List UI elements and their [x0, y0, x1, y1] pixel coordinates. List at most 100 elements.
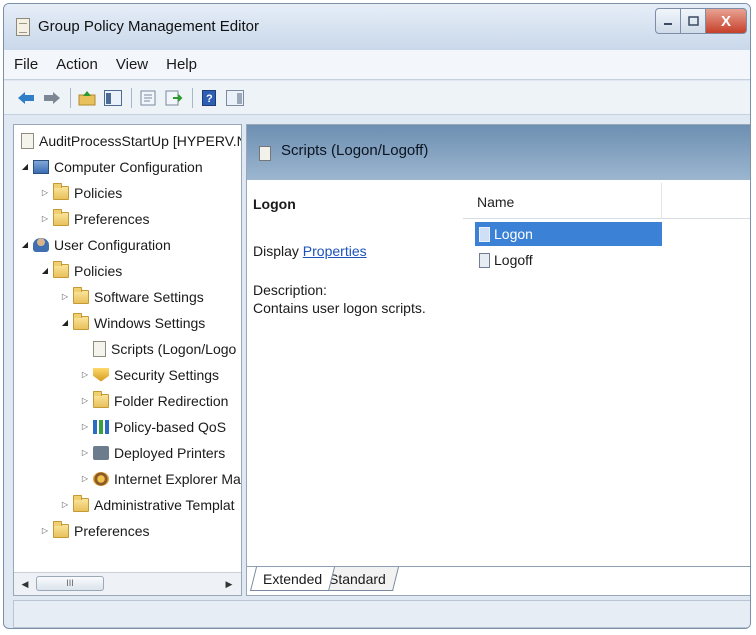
- display-properties-line: Display Properties: [253, 242, 453, 260]
- expanded-arrow-icon[interactable]: ◢: [60, 318, 70, 327]
- details-pane: Scripts (Logon/Logoff) Logon Display Pro…: [246, 124, 750, 596]
- tree-node-policy-qos[interactable]: ▷ Policy-based QoS: [80, 414, 226, 439]
- collapsed-arrow-icon[interactable]: ▷: [80, 474, 90, 483]
- computer-icon: [33, 159, 49, 174]
- toolbar-separator: [70, 87, 71, 108]
- expanded-arrow-icon[interactable]: ◢: [20, 162, 30, 171]
- expanded-arrow-icon[interactable]: ◢: [40, 266, 50, 275]
- tree-node-label: AuditProcessStartUp [HYPERV.NW: [39, 132, 242, 149]
- tree-node-windows-settings[interactable]: ◢ Windows Settings: [60, 310, 205, 335]
- column-divider[interactable]: [661, 183, 662, 219]
- folder-icon: [73, 494, 89, 512]
- close-icon: X: [720, 12, 731, 30]
- back-button[interactable]: [16, 88, 36, 108]
- tree-node-admin-templates[interactable]: ▷ Administrative Templat: [60, 492, 235, 517]
- tree-node-label: Policy-based QoS: [114, 418, 227, 435]
- tree-node-folder-redirection[interactable]: ▷ Folder Redirection: [80, 388, 228, 413]
- tree-node-uc-preferences[interactable]: ▷ Preferences: [40, 518, 149, 543]
- up-folder-button[interactable]: [77, 88, 97, 108]
- collapsed-arrow-icon[interactable]: ▷: [80, 448, 90, 457]
- tree-node-scripts[interactable]: Scripts (Logon/Logo: [80, 336, 236, 361]
- show-hide-tree-button[interactable]: [103, 88, 123, 108]
- tree-node-label: Security Settings: [114, 366, 220, 383]
- toolbar: ?: [4, 81, 750, 115]
- scroll-grip: III: [66, 578, 74, 588]
- internet-explorer-icon: [93, 471, 109, 486]
- tree-horizontal-scrollbar[interactable]: ◀ III ▶: [14, 572, 241, 595]
- security-settings-icon: [93, 367, 109, 382]
- close-button[interactable]: X: [705, 8, 747, 34]
- scroll-left-icon[interactable]: ◀: [17, 576, 33, 592]
- tree-node-deployed-printers[interactable]: ▷ Deployed Printers: [80, 440, 225, 465]
- collapsed-arrow-icon[interactable]: ▷: [40, 188, 50, 197]
- menu-file[interactable]: File: [14, 56, 38, 73]
- collapsed-arrow-icon[interactable]: ▷: [60, 500, 70, 509]
- tree-node-computer-configuration[interactable]: ◢ Computer Configuration: [20, 154, 203, 179]
- properties-button[interactable]: [138, 88, 158, 108]
- title-bar[interactable]: Group Policy Management Editor X: [4, 4, 750, 50]
- menu-bar: File Action View Help: [4, 50, 750, 80]
- back-arrow-icon: [18, 91, 34, 104]
- menu-view[interactable]: View: [116, 56, 148, 73]
- scripts-list[interactable]: Name Logon Logoff: [463, 183, 750, 567]
- status-bar: [13, 600, 750, 628]
- tree-node-label: Preferences: [74, 210, 150, 227]
- help-button[interactable]: ?: [199, 88, 219, 108]
- tab-label: Extended: [263, 570, 323, 587]
- user-icon: [33, 237, 49, 252]
- export-list-button[interactable]: [164, 88, 184, 108]
- tree-node-security-settings[interactable]: ▷ Security Settings: [80, 362, 219, 387]
- tree-node-cc-policies[interactable]: ▷ Policies: [40, 180, 122, 205]
- folder-icon: [53, 520, 69, 538]
- list-item-logon[interactable]: Logon: [475, 222, 662, 246]
- menu-action[interactable]: Action: [56, 56, 98, 73]
- tab-extended[interactable]: Extended: [250, 567, 336, 591]
- tree-node-ie-maintenance[interactable]: ▷ Internet Explorer Ma: [80, 466, 241, 491]
- scroll-right-icon[interactable]: ▶: [221, 576, 237, 592]
- toolbar-separator: [192, 87, 193, 108]
- extended-title: Logon: [253, 196, 296, 212]
- collapsed-arrow-icon[interactable]: ▷: [40, 214, 50, 223]
- folder-icon: [53, 182, 69, 200]
- tree-node-label: Scripts (Logon/Logo: [111, 340, 237, 357]
- maximize-button[interactable]: [680, 8, 706, 34]
- collapsed-arrow-icon[interactable]: ▷: [60, 292, 70, 301]
- window-title: Group Policy Management Editor: [38, 18, 259, 35]
- list-item-label: Logon: [494, 226, 533, 242]
- app-window: Group Policy Management Editor X File Ac…: [3, 3, 751, 629]
- tree-node-cc-preferences[interactable]: ▷ Preferences: [40, 206, 149, 231]
- collapsed-arrow-icon[interactable]: ▷: [80, 422, 90, 431]
- description-label: Description:: [253, 282, 327, 298]
- svg-text:?: ?: [206, 93, 213, 105]
- forward-button[interactable]: [42, 88, 62, 108]
- script-icon: [479, 226, 490, 242]
- menu-help[interactable]: Help: [166, 56, 197, 73]
- properties-link[interactable]: Properties: [303, 243, 367, 259]
- collapsed-arrow-icon[interactable]: ▷: [80, 396, 90, 405]
- scroll-thumb[interactable]: III: [36, 576, 104, 591]
- list-item-logoff[interactable]: Logoff: [475, 248, 662, 272]
- script-icon: [479, 252, 490, 268]
- collapsed-arrow-icon[interactable]: ▷: [80, 370, 90, 379]
- show-hide-action-pane-button[interactable]: [225, 88, 245, 108]
- tree-node-label: Folder Redirection: [114, 392, 229, 409]
- tab-label: Standard: [329, 570, 386, 587]
- minimize-button[interactable]: [655, 8, 681, 34]
- tree-node-software-settings[interactable]: ▷ Software Settings: [60, 284, 204, 309]
- expanded-arrow-icon[interactable]: ◢: [20, 240, 30, 249]
- list-header: Name: [463, 183, 750, 219]
- tree-node-root[interactable]: AuditProcessStartUp [HYPERV.NW: [18, 128, 242, 153]
- bar-chart-icon: [93, 419, 109, 434]
- console-tree[interactable]: AuditProcessStartUp [HYPERV.NW ◢ Compute…: [13, 124, 242, 596]
- collapsed-arrow-icon[interactable]: ▷: [40, 526, 50, 535]
- up-folder-icon: [78, 90, 96, 105]
- view-tabs: Extended Standard: [247, 566, 750, 595]
- tree-node-uc-policies[interactable]: ◢ Policies: [40, 258, 122, 283]
- tree-node-user-configuration[interactable]: ◢ User Configuration: [20, 232, 171, 257]
- column-header-name[interactable]: Name: [477, 194, 514, 210]
- folder-icon: [73, 312, 89, 330]
- printer-icon: [93, 445, 109, 460]
- tree-node-label: Computer Configuration: [54, 158, 203, 175]
- tree-node-label: Policies: [74, 184, 123, 201]
- list-item-label: Logoff: [494, 252, 533, 268]
